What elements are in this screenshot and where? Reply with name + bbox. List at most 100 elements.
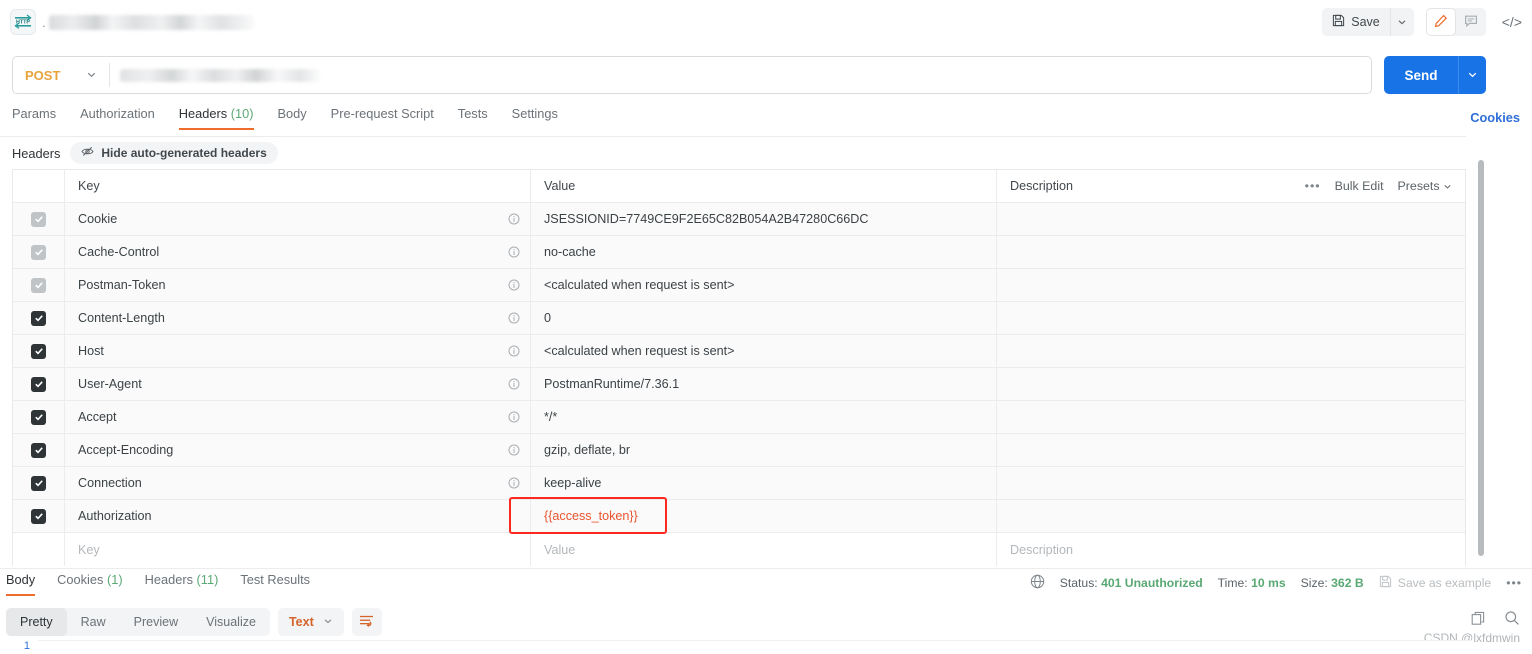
cookies-link[interactable]: Cookies bbox=[1470, 110, 1520, 125]
new-value-input[interactable]: Value bbox=[531, 533, 997, 566]
row-checkbox[interactable] bbox=[31, 211, 46, 227]
row-description-cell[interactable] bbox=[997, 269, 1465, 301]
row-checkbox[interactable] bbox=[31, 310, 46, 326]
row-value-cell[interactable]: keep-alive bbox=[531, 467, 997, 499]
edit-mode-button[interactable] bbox=[1425, 8, 1456, 36]
tab-headers[interactable]: Headers (10) bbox=[178, 106, 254, 130]
row-key-cell[interactable]: Host bbox=[65, 335, 531, 367]
table-row[interactable]: Connection keep-alive bbox=[13, 467, 1465, 500]
table-row[interactable]: Cookie JSESSIONID=7749CE9F2E65C82B054A2B… bbox=[13, 203, 1465, 236]
url-input-redacted[interactable] bbox=[120, 68, 321, 82]
response-tab-headers[interactable]: Headers (11) bbox=[145, 572, 219, 594]
table-row[interactable]: Content-Length 0 bbox=[13, 302, 1465, 335]
row-checkbox[interactable] bbox=[31, 244, 46, 260]
row-key-cell[interactable]: Cookie bbox=[65, 203, 531, 235]
response-format-select[interactable]: Text bbox=[277, 608, 344, 636]
info-icon[interactable] bbox=[508, 279, 520, 291]
tab-body[interactable]: Body bbox=[278, 106, 307, 128]
tab-settings[interactable]: Settings bbox=[512, 106, 558, 128]
code-snippet-icon[interactable]: </> bbox=[1502, 14, 1522, 30]
table-row[interactable]: Host <calculated when request is sent> bbox=[13, 335, 1465, 368]
row-key-cell[interactable]: Connection bbox=[65, 467, 531, 499]
table-more-icon[interactable]: ••• bbox=[1305, 179, 1321, 193]
row-value-cell[interactable]: 0 bbox=[531, 302, 997, 334]
table-row[interactable]: Accept-Encoding gzip, deflate, br bbox=[13, 434, 1465, 467]
row-description-cell[interactable] bbox=[997, 500, 1465, 532]
info-icon[interactable] bbox=[508, 246, 520, 258]
copy-icon[interactable] bbox=[1471, 611, 1486, 626]
row-checkbox[interactable] bbox=[31, 343, 46, 359]
row-description-cell[interactable] bbox=[997, 467, 1465, 499]
table-row[interactable]: User-Agent PostmanRuntime/7.36.1 bbox=[13, 368, 1465, 401]
info-icon[interactable] bbox=[508, 444, 520, 456]
row-value-cell-authorization[interactable]: {{access_token}} bbox=[531, 500, 997, 532]
row-value-cell[interactable]: PostmanRuntime/7.36.1 bbox=[531, 368, 997, 400]
row-value-cell[interactable]: gzip, deflate, br bbox=[531, 434, 997, 466]
info-icon[interactable] bbox=[508, 213, 520, 225]
tab-authorization[interactable]: Authorization bbox=[80, 106, 155, 128]
row-value-cell[interactable]: <calculated when request is sent> bbox=[531, 269, 997, 301]
response-tab-cookies[interactable]: Cookies (1) bbox=[57, 572, 122, 594]
row-value-cell[interactable]: JSESSIONID=7749CE9F2E65C82B054A2B47280C6… bbox=[531, 203, 997, 235]
table-row[interactable]: Accept */* bbox=[13, 401, 1465, 434]
row-checkbox[interactable] bbox=[31, 409, 46, 425]
send-options-button[interactable] bbox=[1458, 56, 1486, 94]
response-more-icon[interactable]: ••• bbox=[1506, 576, 1522, 590]
view-mode-pretty[interactable]: Pretty bbox=[6, 608, 67, 636]
save-as-example-button[interactable]: Save as example bbox=[1379, 575, 1491, 591]
response-body-editor[interactable]: 1 bbox=[0, 640, 1532, 654]
tab-params[interactable]: Params bbox=[12, 106, 56, 128]
row-key-cell[interactable]: Content-Length bbox=[65, 302, 531, 334]
row-description-cell[interactable] bbox=[997, 368, 1465, 400]
comment-button[interactable] bbox=[1456, 8, 1486, 36]
row-description-cell[interactable] bbox=[997, 236, 1465, 268]
new-key-input[interactable]: Key bbox=[65, 533, 531, 566]
table-row[interactable]: Authorization {{access_token}} bbox=[13, 500, 1465, 533]
tab-tests[interactable]: Tests bbox=[458, 106, 488, 128]
bulk-edit-button[interactable]: Bulk Edit bbox=[1335, 179, 1384, 193]
row-description-cell[interactable] bbox=[997, 203, 1465, 235]
row-checkbox[interactable] bbox=[31, 277, 46, 293]
row-value-cell[interactable]: no-cache bbox=[531, 236, 997, 268]
row-value-cell[interactable]: <calculated when request is sent> bbox=[531, 335, 997, 367]
row-checkbox[interactable] bbox=[31, 508, 46, 524]
new-description-input[interactable]: Description bbox=[997, 533, 1465, 566]
hide-auto-generated-headers-button[interactable]: Hide auto-generated headers bbox=[70, 142, 278, 164]
row-description-cell[interactable] bbox=[997, 434, 1465, 466]
tab-pre-request-script[interactable]: Pre-request Script bbox=[331, 106, 434, 128]
editor-content[interactable] bbox=[38, 640, 1472, 654]
info-icon[interactable] bbox=[508, 411, 520, 423]
save-button[interactable]: Save bbox=[1322, 8, 1390, 36]
response-tab-test-results[interactable]: Test Results bbox=[240, 572, 310, 594]
method-selector[interactable]: POST bbox=[13, 57, 109, 93]
row-checkbox[interactable] bbox=[31, 376, 46, 392]
row-key-cell[interactable]: Cache-Control bbox=[65, 236, 531, 268]
wrap-lines-button[interactable] bbox=[351, 608, 382, 636]
row-checkbox[interactable] bbox=[31, 442, 46, 458]
info-icon[interactable] bbox=[508, 312, 520, 324]
info-icon[interactable] bbox=[508, 345, 520, 357]
row-description-cell[interactable] bbox=[997, 401, 1465, 433]
send-button[interactable]: Send bbox=[1384, 56, 1458, 94]
vertical-scrollbar[interactable] bbox=[1478, 160, 1484, 556]
row-key-cell[interactable]: Accept bbox=[65, 401, 531, 433]
row-description-cell[interactable] bbox=[997, 335, 1465, 367]
row-key-cell[interactable]: Accept-Encoding bbox=[65, 434, 531, 466]
save-options-button[interactable] bbox=[1389, 8, 1414, 36]
response-tab-body[interactable]: Body bbox=[6, 572, 36, 596]
row-key-cell[interactable]: Authorization bbox=[65, 500, 531, 532]
table-row[interactable]: Cache-Control no-cache bbox=[13, 236, 1465, 269]
view-mode-visualize[interactable]: Visualize bbox=[192, 608, 270, 636]
row-key-cell[interactable]: Postman-Token bbox=[65, 269, 531, 301]
row-key-cell[interactable]: User-Agent bbox=[65, 368, 531, 400]
search-icon[interactable] bbox=[1504, 610, 1520, 626]
info-icon[interactable] bbox=[508, 477, 520, 489]
view-mode-raw[interactable]: Raw bbox=[67, 608, 120, 636]
info-icon[interactable] bbox=[508, 378, 520, 390]
table-row[interactable]: Postman-Token <calculated when request i… bbox=[13, 269, 1465, 302]
presets-button[interactable]: Presets bbox=[1398, 179, 1452, 193]
view-mode-preview[interactable]: Preview bbox=[120, 608, 192, 636]
row-value-cell[interactable]: */* bbox=[531, 401, 997, 433]
row-description-cell[interactable] bbox=[997, 302, 1465, 334]
row-checkbox[interactable] bbox=[31, 475, 46, 491]
